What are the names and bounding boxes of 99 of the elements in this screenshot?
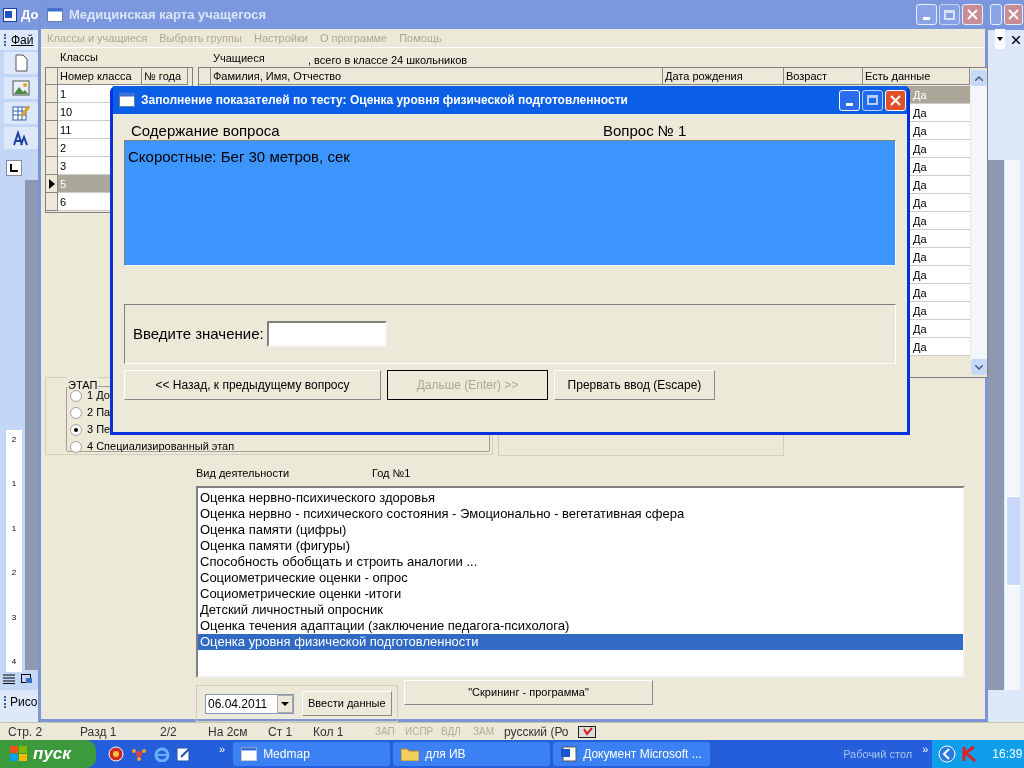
- list-item[interactable]: Детский личностный опросник: [198, 602, 963, 618]
- toolbar-label[interactable]: Рисо: [10, 693, 38, 711]
- flower-app-icon[interactable]: [130, 746, 148, 762]
- window-title: Заполнение показателей по тесту: Оценка уровня физической подготовленности: [141, 92, 629, 109]
- scrollbar[interactable]: [971, 70, 987, 375]
- dropdown-caret-icon[interactable]: [995, 29, 1005, 49]
- more-chevron[interactable]: »: [219, 740, 226, 758]
- scroll-thumb[interactable]: [1005, 496, 1021, 586]
- enter-data-button[interactable]: Ввести данные: [302, 691, 392, 716]
- status-field: Ст 1: [260, 722, 305, 741]
- status-field: Кол 1: [305, 722, 367, 741]
- year-label: Год №1: [372, 466, 411, 481]
- status-field: русский (Ро: [496, 722, 578, 741]
- list-item[interactable]: Оценка памяти (цифры): [198, 522, 963, 538]
- window-title: До: [21, 6, 39, 25]
- radio-label: 4 Специализированный этап: [87, 439, 235, 455]
- radio-label: 3 Пе: [87, 422, 111, 438]
- dropdown-caret-icon[interactable]: [281, 701, 289, 706]
- layout-view-icon[interactable]: [21, 674, 33, 684]
- new-document-icon[interactable]: [12, 54, 30, 72]
- activity-label: Вид деятельности: [196, 466, 290, 481]
- status-field: ЗАМ: [465, 724, 496, 739]
- window-title: Медицинская карта учащегося: [69, 5, 268, 24]
- task-button[interactable]: для ИВ: [393, 742, 551, 766]
- date-picker[interactable]: 06.04.2011: [205, 693, 294, 714]
- column-header[interactable]: Дата рождения: [663, 68, 784, 85]
- close-icon: [890, 94, 901, 106]
- column-header[interactable]: Фамилия, Имя, Отчество: [211, 68, 663, 85]
- column-header[interactable]: № года: [142, 68, 188, 85]
- ruler-number: 2: [11, 436, 17, 444]
- list-item[interactable]: Социометрические оценки - опрос: [198, 570, 963, 586]
- status-field: 2/2: [152, 722, 200, 741]
- list-item[interactable]: Оценка уровня физической подготовленности: [198, 634, 963, 650]
- list-item[interactable]: Оценка нервно-психического здоровья: [198, 490, 963, 506]
- column-header[interactable]: Есть данные: [863, 68, 970, 85]
- menu-item[interactable]: Фай: [11, 31, 34, 49]
- status-field: ИСПР: [397, 724, 433, 739]
- chevron-left-icon[interactable]: [938, 745, 957, 763]
- list-item[interactable]: Способность обобщать и строить аналогии ...: [198, 554, 963, 570]
- document-icon: [3, 8, 17, 22]
- clock: 16:39: [992, 746, 1023, 763]
- date-value: 06.04.2011: [207, 695, 268, 713]
- browser-icon[interactable]: [154, 746, 170, 762]
- window-icon: [47, 7, 63, 22]
- list-item[interactable]: Оценка нервно - психического состояния - Эмоционально - вегетативная сфера: [198, 506, 963, 522]
- question-number: Вопрос № 1: [603, 121, 687, 140]
- tab-stop-icon[interactable]: [10, 164, 18, 172]
- window-icon: [119, 93, 135, 107]
- spelling-icon: [578, 725, 596, 738]
- flag-logo-icon: [10, 746, 28, 762]
- ruler-number: 1: [11, 480, 17, 489]
- more-chevron[interactable]: »: [922, 740, 929, 758]
- screening-button[interactable]: "Скрининг - программа": [404, 680, 653, 705]
- list-item[interactable]: Оценка течения адаптации (заключение педагога-психолога): [198, 618, 963, 634]
- classes-label: Классы: [60, 50, 98, 65]
- maximize-button[interactable]: [939, 4, 960, 25]
- dialog-button[interactable]: Прервать ввод (Escape): [554, 370, 715, 400]
- status-field: Разд 1: [72, 722, 152, 741]
- list-item[interactable]: Социометрические оценки -итоги: [198, 586, 963, 602]
- minimize-button[interactable]: [916, 4, 937, 25]
- status-field: ЗАП: [367, 724, 397, 739]
- status-field: Стр. 2: [0, 722, 72, 741]
- round-app-icon[interactable]: [108, 746, 124, 762]
- status-field: На 2см: [200, 722, 260, 741]
- scrollbar[interactable]: [1005, 160, 1021, 690]
- column-header[interactable]: Возраст: [784, 68, 863, 85]
- folder-icon: [401, 747, 420, 761]
- close-icon[interactable]: [1012, 36, 1020, 44]
- picture-icon[interactable]: [12, 79, 30, 97]
- normal-view-icon[interactable]: [3, 674, 15, 684]
- task-button[interactable]: Документ Microsoft ...: [553, 742, 711, 766]
- ruler-number: 4: [11, 657, 17, 666]
- dialog-button[interactable]: << Назад, к предыдущему вопросу: [124, 370, 381, 400]
- start-button[interactable]: пуск: [0, 740, 96, 768]
- radio-button[interactable]: [70, 440, 82, 453]
- document-icon: [561, 746, 578, 762]
- close-button[interactable]: [962, 4, 983, 25]
- table-edit-icon[interactable]: [12, 104, 30, 122]
- antivirus-k-icon[interactable]: [962, 746, 979, 762]
- window-icon: [241, 747, 258, 761]
- students-label: Учащиеся: [213, 51, 265, 66]
- document-edit-icon[interactable]: [176, 746, 192, 762]
- font-style-icon[interactable]: [12, 129, 30, 147]
- list-item[interactable]: Оценка памяти (фигуры): [198, 538, 963, 554]
- close-icon: [1008, 9, 1019, 20]
- scroll-up-icon[interactable]: [975, 75, 983, 81]
- radio-button[interactable]: [70, 406, 82, 419]
- ruler-number: 2: [11, 569, 17, 578]
- ruler-number: 1: [11, 524, 17, 533]
- status-field: ВДЛ: [433, 724, 465, 739]
- close-icon: [967, 9, 978, 20]
- task-button[interactable]: Medmap: [233, 742, 391, 766]
- value-label: Введите значение:: [133, 323, 264, 344]
- students-count: , всего в классе 24 школьников: [308, 53, 468, 68]
- scroll-down-icon[interactable]: [975, 364, 983, 370]
- radio-label: 2 Па: [87, 405, 111, 421]
- radio-button[interactable]: [70, 423, 82, 436]
- ruler-number: 3: [11, 613, 17, 622]
- value-input[interactable]: [266, 321, 387, 347]
